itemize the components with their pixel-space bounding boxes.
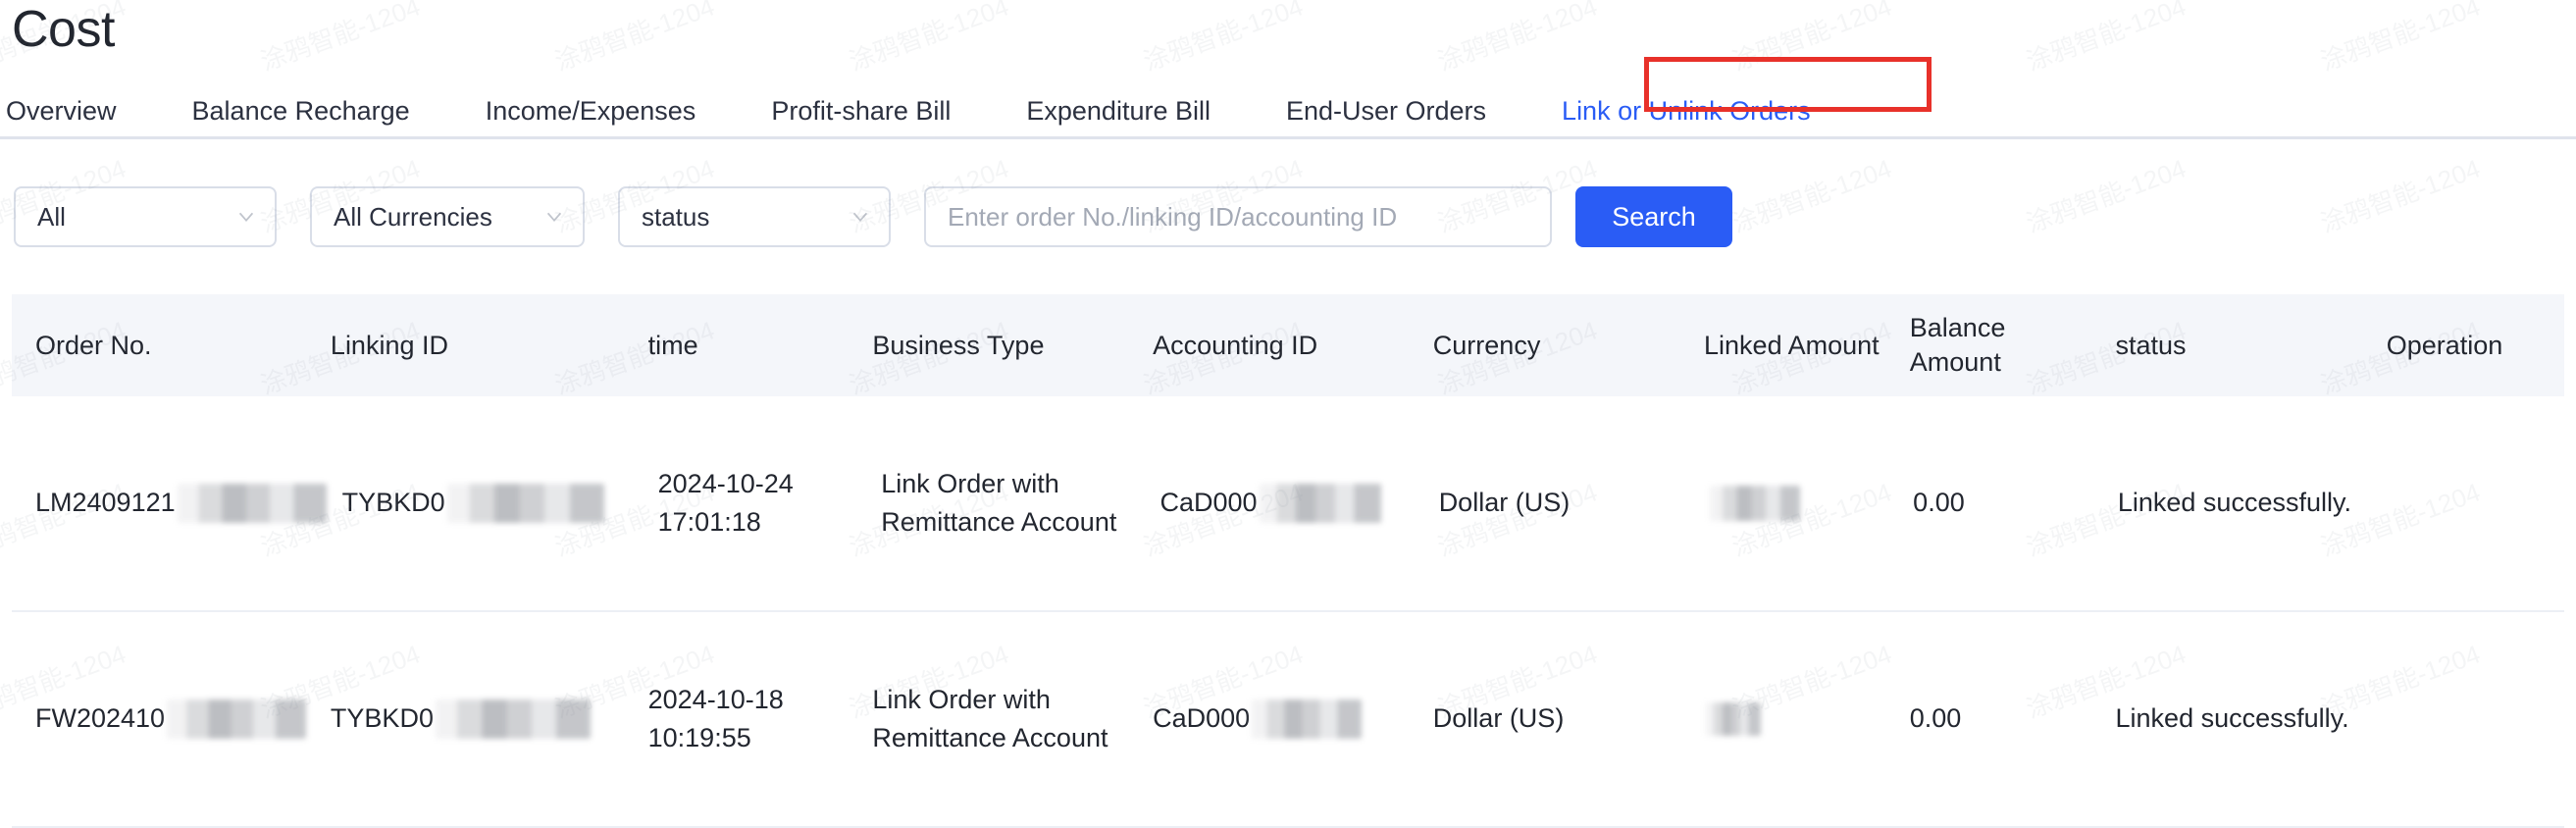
column-header-balance-amount: Balance Amount [1909,313,2006,377]
redacted-block [177,484,327,523]
watermark-text: 涂鸦智能-1204 [1433,0,1602,77]
watermark-text: 涂鸦智能-1204 [1727,0,1896,77]
search-button[interactable]: Search [1575,186,1732,247]
currency-select[interactable]: All Currencies [310,186,585,247]
cell-time: 2024-10-18 10:19:55 [647,684,784,752]
currency-select-value: All Currencies [334,201,492,232]
tab-profit-share-bill[interactable]: Profit-share Bill [771,98,951,125]
cell-linked-amount [1708,486,1913,521]
tab-balance-recharge[interactable]: Balance Recharge [192,98,410,125]
redacted-block [1252,699,1363,739]
cell-time: 2024-10-24 17:01:18 [657,468,794,537]
watermark-text: 涂鸦智能-1204 [550,0,719,77]
linking-id-text: TYBKD0 [341,488,445,518]
status-select-value: status [642,201,710,232]
type-select[interactable]: All [14,186,277,247]
redacted-block [1259,484,1381,523]
cell-linked-amount [1704,702,1910,736]
search-input[interactable] [946,200,1530,233]
cell-balance-amount: 0.00 [1909,703,1962,734]
cell-business-type: Link Order with Remittance Account [872,684,1108,752]
column-header-currency: Currency [1432,330,1541,360]
column-header-order-no: Order No. [35,330,152,360]
column-header-status: status [2115,330,2187,360]
column-header-operation: Operation [2386,330,2503,360]
watermark-text: 涂鸦智能-1204 [2316,0,2485,77]
tab-overview[interactable]: Overview [6,98,117,125]
orders-table: Order No. Linking ID time Business Type … [12,294,2564,828]
tab-expenditure-bill[interactable]: Expenditure Bill [1026,98,1211,125]
cell-balance-amount: 0.00 [1913,488,1965,518]
watermark-text: 涂鸦智能-1204 [256,0,425,77]
page-title: Cost [12,1,115,58]
filter-bar: All All Currencies status Search [0,179,2576,255]
redacted-block [435,699,591,739]
status-select[interactable]: status [618,186,891,247]
type-select-value: All [37,201,66,232]
table-row: FW202410 TYBKD0 2024-10-18 10:19:55 Link… [12,612,2564,828]
redacted-block [1710,486,1801,521]
chevron-down-icon [850,206,871,228]
column-header-time: time [647,330,698,360]
redacted-block [167,699,307,739]
chevron-down-icon [235,206,257,228]
column-header-linking-id: Linking ID [330,330,448,360]
watermark-text: 涂鸦智能-1204 [845,0,1013,77]
cell-order-no: LM2409121 [12,484,342,523]
accounting-id-text: CaD000 [1159,488,1258,518]
cell-accounting-id: CaD000 [1153,699,1433,739]
linking-id-text: TYBKD0 [330,703,434,734]
cell-status: Linked successfully. [2117,488,2351,518]
search-field-wrapper[interactable] [924,186,1552,247]
order-no-text: LM2409121 [35,488,176,518]
cell-accounting-id: CaD000 [1159,484,1438,523]
cell-order-no: FW202410 [12,699,331,739]
cell-business-type: Link Order with Remittance Account [881,468,1117,537]
tab-link-or-unlink-orders[interactable]: Link or Unlink Orders [1562,98,1811,125]
cell-currency: Dollar (US) [1438,488,1571,518]
chevron-down-icon [543,206,565,228]
table-header-row: Order No. Linking ID time Business Type … [12,294,2564,396]
cell-linking-id: TYBKD0 [342,484,658,523]
redacted-block [446,484,604,523]
table-row: LM2409121 TYBKD0 2024-10-24 17:01:18 Lin… [12,396,2564,612]
redacted-block [1706,702,1762,736]
tab-end-user-orders[interactable]: End-User Orders [1286,98,1486,125]
column-header-accounting-id: Accounting ID [1153,330,1318,360]
tab-bar: Overview Balance Recharge Income/Expense… [0,78,2576,139]
column-header-business-type: Business Type [872,330,1045,360]
watermark-text: 涂鸦智能-1204 [2022,0,2190,77]
watermark-text: 涂鸦智能-1204 [1139,0,1308,77]
order-no-text: FW202410 [35,703,166,734]
tab-income-expenses[interactable]: Income/Expenses [486,98,696,125]
column-header-linked-amount: Linked Amount [1704,330,1880,360]
cell-currency: Dollar (US) [1432,703,1565,734]
cell-linking-id: TYBKD0 [331,699,648,739]
accounting-id-text: CaD000 [1153,703,1251,734]
cell-status: Linked successfully. [2115,703,2349,734]
